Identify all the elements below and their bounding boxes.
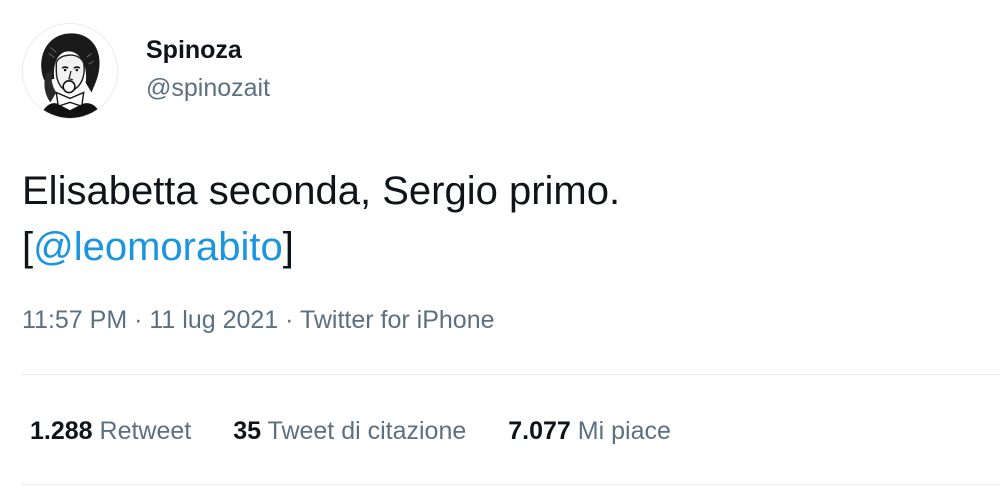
display-name[interactable]: Spinoza bbox=[146, 36, 242, 65]
like-label: Mi piace bbox=[577, 417, 671, 445]
divider bbox=[22, 484, 1000, 485]
quote-count: 35 bbox=[233, 417, 262, 445]
engagement-stats: 1.288 Retweet 35 Tweet di citazione 7.07… bbox=[30, 417, 671, 446]
meta-separator: · bbox=[278, 306, 300, 334]
tweet-text: Elisabetta seconda, Sergio primo. [@leom… bbox=[22, 163, 972, 275]
tweet-date[interactable]: 11 lug 2021 bbox=[149, 306, 278, 334]
like-count: 7.077 bbox=[508, 417, 571, 445]
bracket-close: ] bbox=[282, 225, 294, 269]
quote-label: Tweet di citazione bbox=[267, 417, 467, 445]
tweet-metadata: 11:57 PM · 11 lug 2021 · Twitter for iPh… bbox=[22, 306, 495, 335]
likes-stat[interactable]: 7.077 Mi piace bbox=[508, 417, 671, 446]
retweet-label: Retweet bbox=[99, 417, 192, 445]
quote-tweets-stat[interactable]: 35 Tweet di citazione bbox=[233, 417, 466, 446]
tweet-time[interactable]: 11:57 PM bbox=[22, 306, 127, 334]
divider bbox=[22, 374, 1000, 375]
tweet-source[interactable]: Twitter for iPhone bbox=[300, 306, 495, 334]
meta-separator: · bbox=[127, 306, 150, 334]
retweets-stat[interactable]: 1.288 Retweet bbox=[30, 417, 191, 446]
mention-link[interactable]: @leomorabito bbox=[33, 225, 283, 269]
tweet-text-line: Elisabetta seconda, Sergio primo. bbox=[22, 169, 621, 213]
avatar[interactable] bbox=[22, 23, 118, 119]
retweet-count: 1.288 bbox=[30, 417, 93, 445]
spinoza-portrait-icon bbox=[23, 24, 117, 118]
tweet-text-line: [@leomorabito] bbox=[22, 219, 972, 275]
user-handle[interactable]: @spinozait bbox=[146, 74, 270, 103]
bracket-open: [ bbox=[22, 225, 34, 269]
